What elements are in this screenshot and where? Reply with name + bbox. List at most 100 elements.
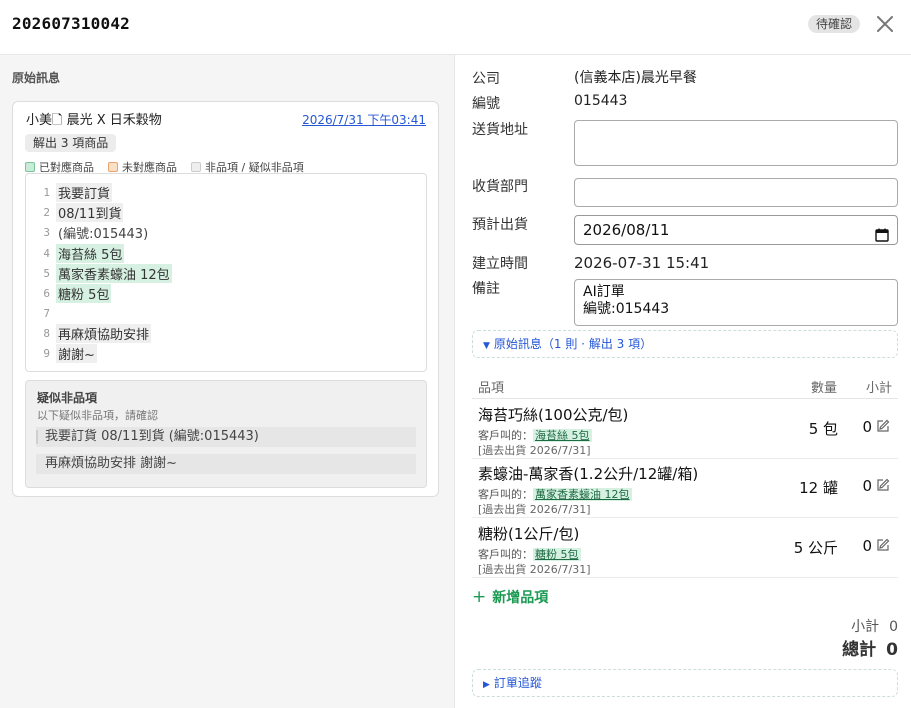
line-text: (編號:015443) xyxy=(58,226,149,242)
ship-date-value: 2026/08/11 xyxy=(583,221,670,239)
message-card: 小美🗋 晨光 X 日禾穀物 2026/7/31 下午03:41 解出 3 項商品… xyxy=(12,101,439,497)
line-text: 再麻煩協助安排 xyxy=(56,323,152,343)
subtotal-label: 小計 xyxy=(851,619,880,635)
raw-message-panel: 原始訊息 小美🗋 晨光 X 日禾穀物 2026/7/31 下午03:41 解出 … xyxy=(0,55,455,708)
line-number: 4 xyxy=(43,246,50,260)
line-text: 08/11到貨 xyxy=(56,202,124,222)
total-label: 總計 xyxy=(842,640,877,660)
note-textarea[interactable]: AI訂單 編號:015443 xyxy=(574,279,898,326)
customer-term-tag: 糖粉 5包 xyxy=(533,548,581,561)
created-value: 2026-07-31 15:41 xyxy=(574,254,710,272)
ship-date-label: 預計出貨 xyxy=(472,217,528,233)
item-quantity: 12 罐 xyxy=(799,479,838,497)
plus-icon: + xyxy=(472,587,487,607)
suspect-row-text: 我要訂貨 08/11到貨 (編號:015443) xyxy=(45,429,259,444)
add-item-button[interactable]: + 新增品項 xyxy=(472,587,548,607)
line-number: 7 xyxy=(43,306,50,320)
item-row[interactable]: 糖粉(1公斤/包) 客戶叫的： 糖粉 5包 [過去出貨 2026/7/31] 5 … xyxy=(472,518,898,578)
suspect-row: 再麻煩協助安排 謝謝~ xyxy=(36,454,416,474)
close-icon[interactable] xyxy=(874,13,896,35)
created-label: 建立時間 xyxy=(472,256,528,272)
message-line: 7 xyxy=(26,303,60,323)
customer-term-prefix: 客戶叫的： xyxy=(478,488,533,501)
message-line: 4 海苔絲 5包 xyxy=(26,243,125,263)
line-text: 海苔絲 5包 xyxy=(56,243,125,263)
shipment-history: [過去出貨 2026/7/31] xyxy=(478,563,591,576)
col-subtotal: 小計 xyxy=(866,381,893,396)
col-qty: 數量 xyxy=(811,381,838,396)
item-subtotal: 0 xyxy=(862,418,872,436)
message-line: 8 再麻煩協助安排 xyxy=(26,323,152,343)
nonitem-swatch xyxy=(191,162,201,172)
item-name: 海苔巧絲(100公克/包) xyxy=(478,406,629,424)
number-label: 編號 xyxy=(472,96,500,112)
number-value: 015443 xyxy=(574,93,628,109)
company-label: 公司 xyxy=(472,71,500,87)
dept-label: 收貨部門 xyxy=(472,179,528,195)
line-number: 9 xyxy=(43,346,50,360)
customer-term: 客戶叫的： 海苔絲 5包 xyxy=(478,427,592,443)
raw-message-toggle[interactable]: ▼ 原始訊息（1 則 · 解出 3 項） xyxy=(472,330,898,358)
customer-term: 客戶叫的： 糖粉 5包 xyxy=(478,546,581,562)
subtotal-row: 小計 0 xyxy=(851,616,898,636)
message-time-link[interactable]: 2026/7/31 下午03:41 xyxy=(302,111,426,128)
customer-term-tag: 海苔絲 5包 xyxy=(533,429,592,442)
item-quantity: 5 包 xyxy=(808,420,838,438)
total-value: 0 xyxy=(886,640,898,660)
company-value: (信義本店)晨光早餐 xyxy=(574,70,697,86)
item-subtotal: 0 xyxy=(862,537,872,555)
item-row[interactable]: 海苔巧絲(100公克/包) 客戶叫的： 海苔絲 5包 [過去出貨 2026/7/3… xyxy=(472,399,898,459)
line-text: 我要訂貨 xyxy=(56,182,113,202)
col-item: 品項 xyxy=(478,381,505,396)
edit-icon[interactable] xyxy=(876,478,890,492)
customer-term: 客戶叫的： 萬家香素蠔油 12包 xyxy=(478,486,632,502)
order-number: 202607310042 xyxy=(12,14,130,33)
ship-date-input[interactable]: 2026/08/11 xyxy=(574,215,898,245)
item-subtotal: 0 xyxy=(862,477,872,495)
message-line: 1 我要訂貨 xyxy=(26,182,113,202)
note-line: AI訂單 xyxy=(583,284,625,300)
line-number: 1 xyxy=(43,185,50,199)
suspect-row-text: 再麻煩協助安排 謝謝~ xyxy=(45,456,178,471)
shipment-history: [過去出貨 2026/7/31] xyxy=(478,503,591,516)
items-table-header: 品項 數量 小計 xyxy=(472,375,898,399)
sender-name: 小美🗋 晨光 X 日禾穀物 xyxy=(26,113,162,128)
tracking-toggle-label: 訂單追蹤 xyxy=(493,676,542,690)
suspect-subtitle: 以下疑似非品項，請確認 xyxy=(37,409,158,422)
note-label: 備註 xyxy=(472,281,500,297)
calendar-icon[interactable] xyxy=(875,223,889,242)
message-line: 9 謝謝~ xyxy=(26,343,97,363)
message-line: 3 (編號:015443) xyxy=(26,222,150,242)
shipment-history: [過去出貨 2026/7/31] xyxy=(478,444,591,457)
item-row[interactable]: 素蠔油-萬家香(1.2公升/12罐/箱) 客戶叫的： 萬家香素蠔油 12包 [過去… xyxy=(472,458,898,518)
parse-count-badge: 解出 3 項商品 xyxy=(25,134,117,152)
address-textarea[interactable] xyxy=(574,120,898,166)
order-tracking-toggle[interactable]: ▶ 訂單追蹤 xyxy=(472,669,898,697)
edit-icon[interactable] xyxy=(876,419,890,433)
row-marker xyxy=(36,430,38,444)
caret-down-icon: ▼ xyxy=(483,341,490,351)
message-line: 5 萬家香素蠔油 12包 xyxy=(26,263,172,283)
line-number: 6 xyxy=(43,286,50,300)
line-text: 萬家香素蠔油 12包 xyxy=(56,263,172,283)
item-name: 素蠔油-萬家香(1.2公升/12罐/箱) xyxy=(478,465,699,483)
panel-title: 原始訊息 xyxy=(12,71,61,85)
edit-icon[interactable] xyxy=(876,538,890,552)
message-lines: 1 我要訂貨 2 08/11到貨 3 (編號:015443) 4 海苔絲 5包 5 萬家香… xyxy=(25,173,427,372)
line-number: 8 xyxy=(43,326,50,340)
dept-input[interactable] xyxy=(574,178,898,207)
suspect-row: 我要訂貨 08/11到貨 (編號:015443) xyxy=(36,427,416,447)
customer-term-tag: 萬家香素蠔油 12包 xyxy=(533,488,632,501)
customer-term-prefix: 客戶叫的： xyxy=(478,429,533,442)
raw-toggle-label: 原始訊息（1 則 · 解出 3 項） xyxy=(493,337,653,351)
add-item-label: 新增品項 xyxy=(492,590,549,606)
customer-term-prefix: 客戶叫的： xyxy=(478,548,533,561)
item-name: 糖粉(1公斤/包) xyxy=(478,525,580,543)
subtotal-value: 0 xyxy=(889,619,898,635)
message-line: 2 08/11到貨 xyxy=(26,202,124,222)
unmatched-swatch xyxy=(108,162,118,172)
message-line: 6 糖粉 5包 xyxy=(26,283,112,303)
address-label: 送貨地址 xyxy=(472,122,528,138)
suspect-title: 疑似非品項 xyxy=(37,391,98,405)
line-number: 2 xyxy=(43,205,50,219)
